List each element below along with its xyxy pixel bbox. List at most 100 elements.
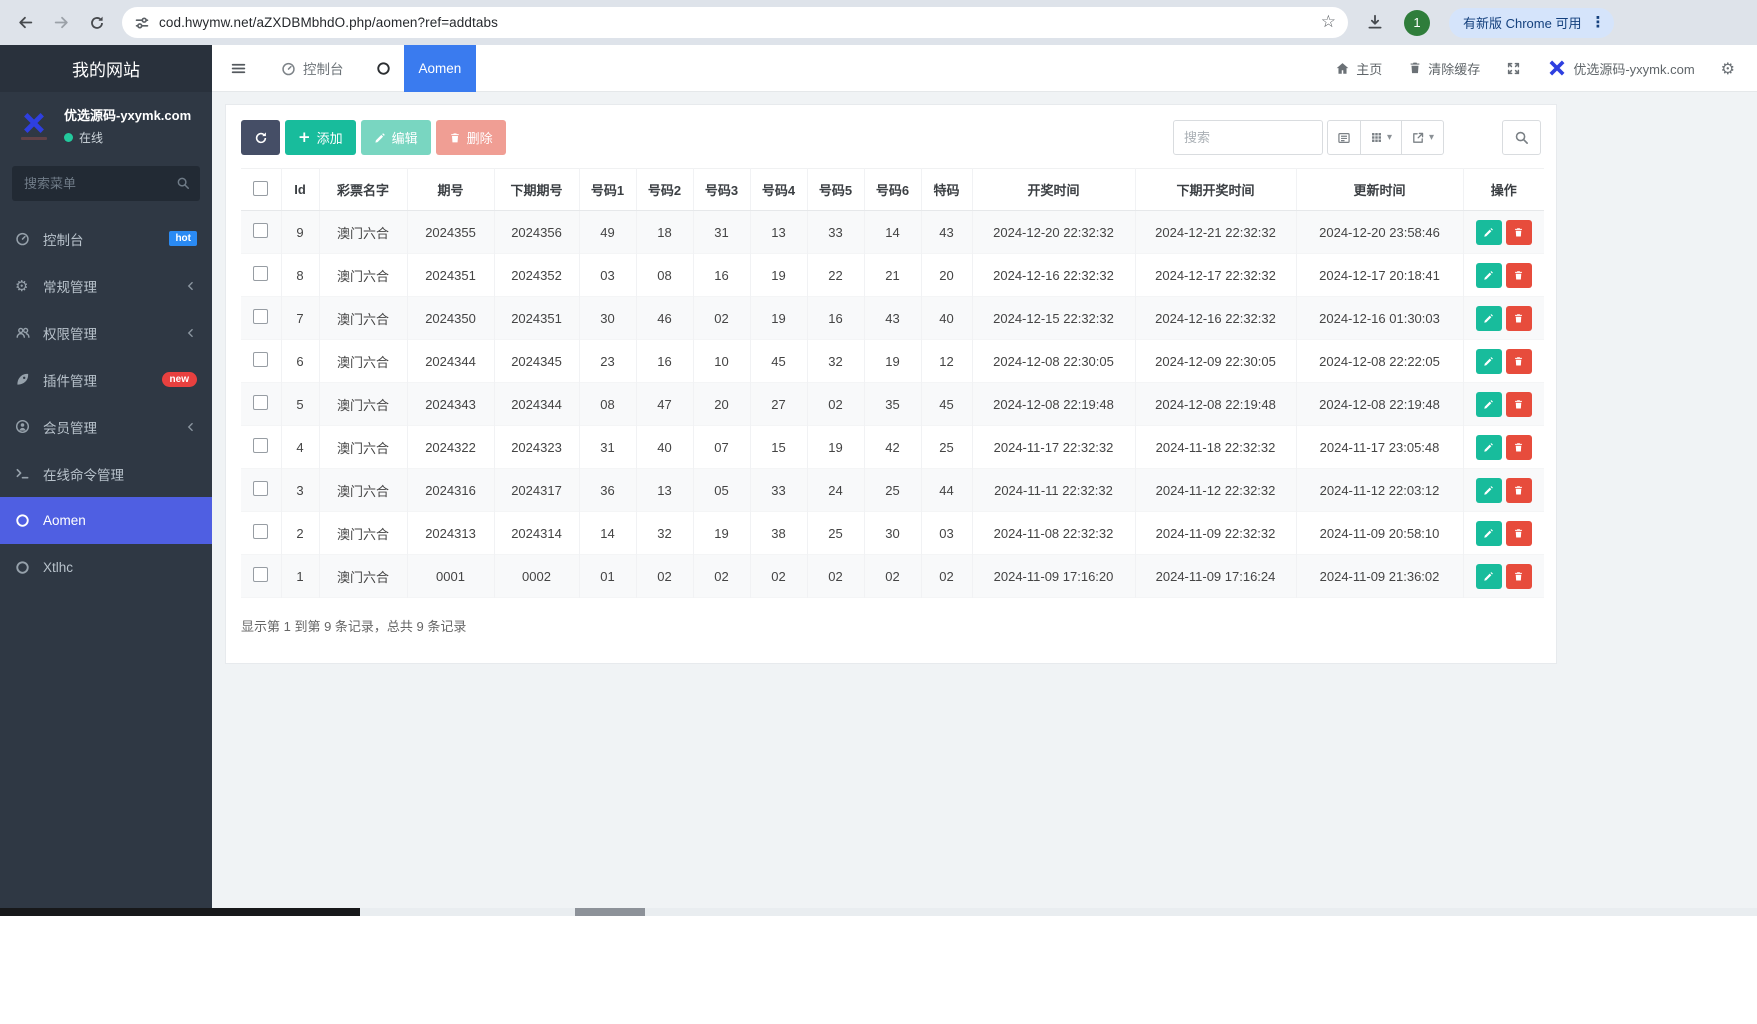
cell-special: 20 [920, 253, 972, 297]
sidebar-item-plugins[interactable]: 插件管理 new [0, 356, 212, 403]
row-checkbox[interactable] [253, 567, 269, 582]
menu-search-input[interactable] [12, 166, 200, 201]
sidebar-item-xtlhc[interactable]: Xtlhc [0, 544, 212, 591]
row-checkbox[interactable] [253, 223, 269, 238]
plus-icon: + [298, 128, 311, 146]
bookmark-star-icon[interactable]: ☆ [1321, 14, 1336, 31]
horizontal-scrollbar[interactable] [0, 908, 1757, 916]
cell-id: 4 [280, 425, 319, 469]
cell-n1: 36 [578, 468, 636, 512]
table-search-input[interactable] [1172, 120, 1323, 155]
refresh-button[interactable] [241, 120, 280, 155]
cell-id: 6 [280, 339, 319, 383]
trash-icon [1515, 313, 1523, 322]
cell-next-issue: 2024323 [493, 425, 579, 469]
cell-special: 43 [920, 210, 972, 254]
row-checkbox[interactable] [253, 266, 269, 281]
search-icon [177, 177, 189, 189]
table-row: 7 澳门六合 2024350 2024351 30 46 02 19 16 43 40 2024-12… [241, 296, 1544, 340]
row-edit-button[interactable] [1475, 262, 1502, 288]
cell-issue: 2024322 [406, 425, 494, 469]
row-edit-button[interactable] [1475, 434, 1502, 460]
row-delete-button[interactable] [1505, 563, 1532, 589]
select-all-checkbox[interactable] [253, 180, 269, 196]
sidebar-item-members[interactable]: 会员管理 [0, 403, 212, 450]
search-toggle-button[interactable] [1502, 120, 1541, 155]
site-logo [14, 106, 54, 146]
tab-dashboard[interactable]: 控制台 [265, 45, 360, 92]
row-edit-button[interactable] [1475, 348, 1502, 374]
cell-n2: 32 [635, 511, 693, 555]
browser-back-button[interactable] [10, 8, 40, 38]
sidebar-item-aomen[interactable]: Aomen [0, 497, 212, 544]
row-actions-cell [1462, 511, 1544, 555]
row-delete-button[interactable] [1505, 219, 1532, 245]
row-select-cell [241, 254, 281, 297]
delete-button[interactable]: 删除 [435, 120, 506, 155]
row-actions-cell [1462, 339, 1544, 383]
cell-n3: 02 [692, 296, 750, 340]
sidebar-item-online-command[interactable]: 在线命令管理 [0, 450, 212, 497]
row-checkbox[interactable] [253, 524, 269, 539]
row-delete-button[interactable] [1505, 305, 1532, 331]
col-number1: 号码1 [578, 168, 636, 211]
select-all-header [241, 168, 281, 211]
row-edit-button[interactable] [1475, 477, 1502, 503]
cell-draw-time: 2024-11-11 22:32:32 [971, 468, 1135, 512]
row-edit-button[interactable] [1475, 563, 1502, 589]
export-dropdown-button[interactable]: ▾ [1401, 120, 1444, 155]
row-edit-button[interactable] [1475, 219, 1502, 245]
browser-forward-button[interactable] [46, 8, 76, 38]
clear-cache-link[interactable]: 清除缓存 [1408, 59, 1480, 78]
chevron-left-icon [187, 282, 193, 291]
browser-profile-avatar[interactable]: 1 [1404, 9, 1430, 36]
sidebar-item-permissions[interactable]: 权限管理 [0, 309, 212, 356]
tab-aomen[interactable]: Aomen [360, 44, 477, 92]
detail-view-button[interactable] [1326, 120, 1361, 155]
browser-menu-icon[interactable]: ⋮ [1590, 15, 1605, 30]
cell-special: 12 [920, 339, 972, 383]
scrollbar-thumb[interactable] [575, 908, 645, 916]
chrome-update-button[interactable]: 有新版 Chrome 可用 ⋮ [1449, 7, 1615, 38]
row-edit-button[interactable] [1475, 305, 1502, 331]
row-checkbox[interactable] [253, 481, 269, 496]
row-delete-button[interactable] [1505, 348, 1532, 374]
chevron-left-icon [187, 329, 193, 338]
sidebar-profile[interactable]: 优选源码-yxymk.com 在线 [0, 92, 212, 156]
row-checkbox[interactable] [253, 438, 269, 453]
home-link[interactable]: 主页 [1335, 59, 1382, 78]
sidebar-status: 在线 [64, 129, 191, 146]
columns-dropdown-button[interactable]: ▾ [1360, 120, 1402, 155]
scrollbar-thumb[interactable] [0, 908, 360, 916]
fullscreen-button[interactable] [1506, 61, 1521, 76]
browser-reload-button[interactable] [82, 8, 112, 38]
row-delete-button[interactable] [1505, 477, 1532, 503]
sidebar-toggle-button[interactable] [212, 60, 265, 77]
topbar-profile[interactable]: 优选源码-yxymk.com [1547, 59, 1695, 78]
row-delete-button[interactable] [1505, 434, 1532, 460]
row-checkbox[interactable] [253, 352, 269, 367]
cell-next-draw-time: 2024-11-09 22:32:32 [1134, 511, 1296, 555]
caret-down-icon: ▾ [1428, 132, 1434, 143]
cell-issue: 2024350 [406, 296, 494, 340]
edit-button[interactable]: 编辑 [360, 120, 431, 155]
row-delete-button[interactable] [1505, 262, 1532, 288]
home-icon [1336, 62, 1349, 74]
row-delete-button[interactable] [1505, 520, 1532, 546]
data-table: Id 彩票名字 期号 下期期号 号码1 号码2 号码3 号码4 号码5 号码6 … [241, 168, 1544, 598]
site-settings-icon[interactable] [134, 15, 150, 31]
row-checkbox[interactable] [253, 395, 269, 410]
col-special: 特码 [920, 168, 972, 211]
row-delete-button[interactable] [1505, 391, 1532, 417]
row-checkbox[interactable] [253, 309, 269, 324]
col-update-time: 更新时间 [1295, 168, 1463, 211]
sidebar-item-dashboard[interactable]: 控制台 hot [0, 215, 212, 262]
sidebar-item-general[interactable]: ⚙ 常规管理 [0, 262, 212, 309]
add-button[interactable]: + 添加 [285, 120, 356, 155]
row-edit-button[interactable] [1475, 391, 1502, 417]
row-edit-button[interactable] [1475, 520, 1502, 546]
settings-gear-icon[interactable]: ⚙ [1721, 59, 1735, 78]
downloads-button[interactable] [1366, 13, 1384, 31]
col-number2: 号码2 [635, 168, 693, 211]
address-bar[interactable]: cod.hwymw.net/aZXDBMbhdO.php/aomen?ref=a… [122, 7, 1348, 38]
